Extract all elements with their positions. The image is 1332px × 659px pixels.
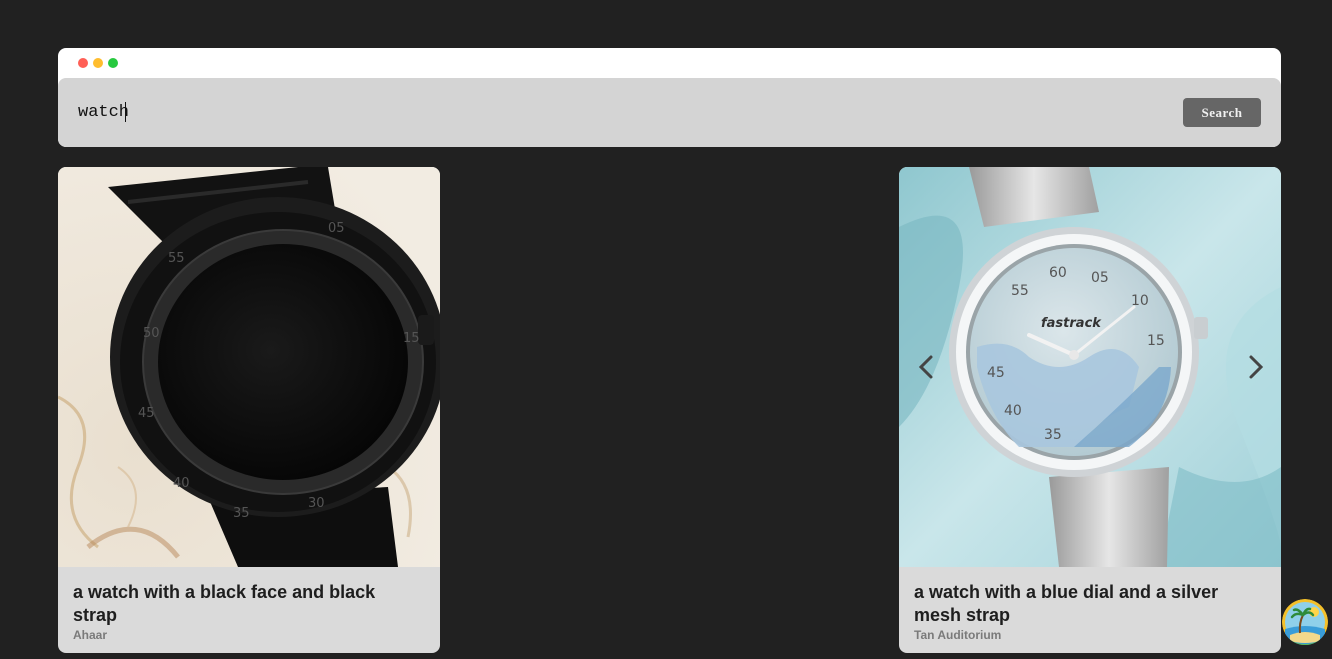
result-location: Ahaar bbox=[73, 628, 108, 642]
svg-text:60: 60 bbox=[1049, 265, 1067, 281]
search-button[interactable]: Search bbox=[1183, 98, 1261, 127]
search-window: Search bbox=[58, 48, 1281, 147]
svg-text:50: 50 bbox=[143, 326, 160, 341]
svg-text:40: 40 bbox=[1004, 403, 1022, 419]
svg-text:05: 05 bbox=[1091, 270, 1109, 286]
result-title: a watch with a blue dial and a silver me… bbox=[914, 582, 1219, 625]
close-dot-icon[interactable] bbox=[78, 58, 88, 68]
search-input[interactable] bbox=[78, 100, 978, 124]
window-titlebar bbox=[58, 48, 1281, 78]
svg-text:15: 15 bbox=[1147, 333, 1165, 349]
svg-text:40: 40 bbox=[173, 476, 190, 491]
carousel-prev-icon[interactable] bbox=[913, 347, 943, 387]
result-card[interactable]: fastrack 60 05 55 10 15 45 40 35 a watch… bbox=[899, 167, 1281, 653]
result-title: a watch with a black face and black stra… bbox=[73, 582, 376, 625]
svg-text:35: 35 bbox=[1044, 427, 1062, 443]
svg-text:35: 35 bbox=[233, 506, 250, 521]
black-watch-image: 05 55 50 45 40 35 30 15 bbox=[58, 167, 440, 567]
result-location: Tan Auditorium bbox=[914, 628, 1002, 642]
svg-text:45: 45 bbox=[987, 365, 1005, 381]
svg-text:05: 05 bbox=[328, 221, 345, 236]
silver-watch-image: fastrack 60 05 55 10 15 45 40 35 bbox=[899, 167, 1281, 567]
svg-text:45: 45 bbox=[138, 406, 155, 421]
svg-text:55: 55 bbox=[1011, 283, 1029, 299]
result-card[interactable]: 05 55 50 45 40 35 30 15 a watch with a b… bbox=[58, 167, 440, 653]
svg-text:15: 15 bbox=[403, 331, 420, 346]
search-bar: Search bbox=[58, 78, 1281, 147]
carousel-next-icon[interactable] bbox=[1239, 347, 1269, 387]
svg-text:10: 10 bbox=[1131, 293, 1149, 309]
fastrack-logo-text: fastrack bbox=[1041, 316, 1102, 331]
beach-avatar-icon[interactable] bbox=[1282, 599, 1328, 645]
svg-text:30: 30 bbox=[308, 496, 325, 511]
svg-text:55: 55 bbox=[168, 251, 185, 266]
maximize-dot-icon[interactable] bbox=[108, 58, 118, 68]
minimize-dot-icon[interactable] bbox=[93, 58, 103, 68]
text-caret bbox=[125, 102, 126, 122]
